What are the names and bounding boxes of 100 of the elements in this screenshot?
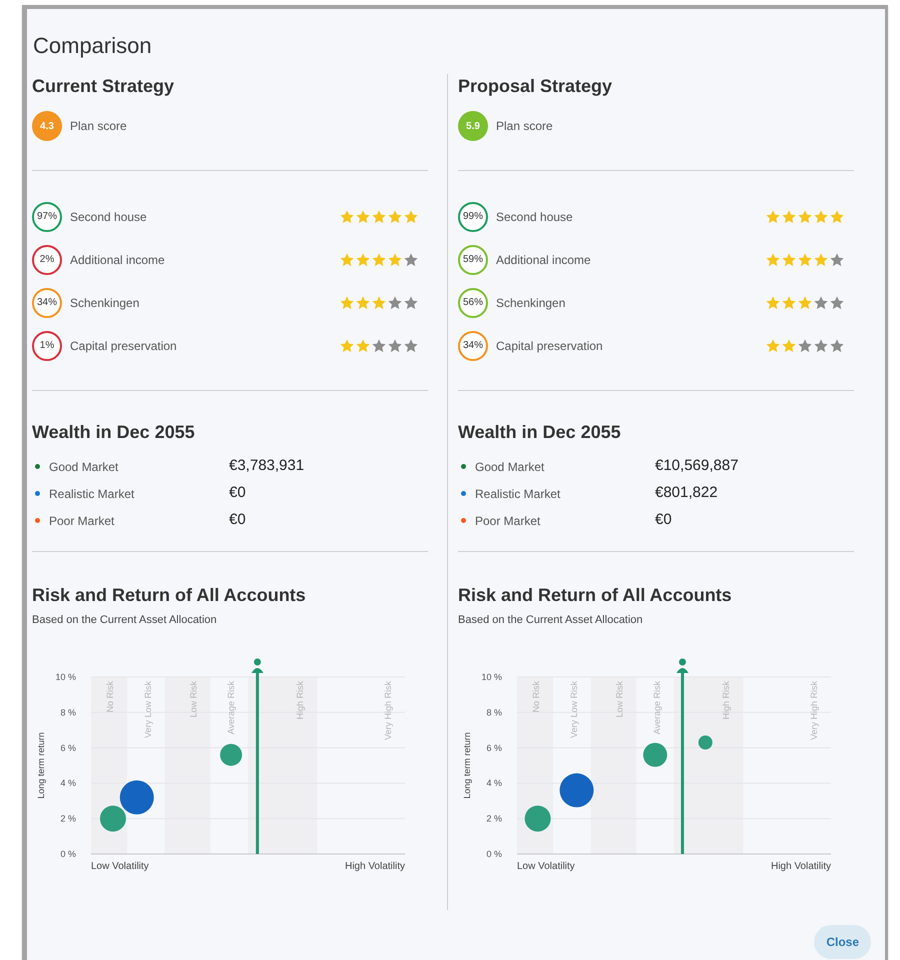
star-icon — [355, 252, 371, 268]
goal-name: Schenkingen — [496, 294, 566, 312]
section-subtitle: Based on the Current Asset Allocation — [458, 613, 644, 628]
axis-tick-label: 10 % — [55, 672, 76, 682]
goal-name: Additional income — [496, 252, 592, 268]
axis-tick-label: 2 % — [486, 813, 502, 824]
risk-band-label: Very High Risk — [383, 680, 393, 740]
axis-tick-label: 0 % — [60, 848, 76, 858]
star-icon — [371, 252, 387, 268]
goal-name: Schenkingen — [70, 294, 140, 312]
star-icon — [339, 294, 355, 310]
risk-band-label: High Risk — [295, 680, 306, 720]
market-label: Poor Market — [475, 512, 542, 530]
market-label: Good Market — [49, 458, 120, 476]
risk-band-label: High Risk — [721, 680, 732, 720]
goal-name: Second house — [70, 208, 148, 226]
star-icon — [813, 252, 829, 268]
goal-percent-ring: 99% — [458, 202, 488, 232]
star-icon — [829, 338, 845, 354]
star-icon — [813, 208, 829, 224]
star-icon — [813, 294, 829, 310]
market-label: Realistic Market — [49, 486, 136, 502]
star-icon — [781, 252, 797, 268]
star-icon — [797, 338, 813, 354]
risk-band-label: No Risk — [105, 680, 116, 712]
axis-tick-label: 4 % — [486, 778, 502, 788]
risk-band-label: Very Low Risk — [568, 680, 579, 738]
section-heading: Risk and Return of All Accounts — [32, 584, 307, 607]
star-icon — [339, 252, 355, 268]
star-icon — [403, 294, 419, 310]
star-icon — [765, 294, 781, 310]
axis-tick-label: 10 % — [481, 672, 502, 682]
star-icon — [765, 252, 781, 268]
wealth-value: €801,822 — [655, 483, 718, 504]
axis-tick-label: 6 % — [60, 742, 76, 752]
star-icon — [797, 208, 813, 224]
star-icon — [813, 338, 829, 354]
section-heading: Wealth in Dec 2055 — [458, 421, 622, 444]
account-bubble — [560, 772, 594, 807]
star-icon — [355, 294, 371, 310]
account-bubble — [220, 743, 242, 766]
star-icon — [387, 294, 403, 310]
wealth-value: €10,569,887 — [655, 456, 738, 476]
wealth-value: €0 — [229, 510, 246, 530]
star-icon — [403, 252, 419, 268]
goal-name: Second house — [496, 208, 574, 226]
wealth-value: €0 — [229, 483, 246, 504]
section-subtitle: Based on the Current Asset Allocation — [32, 613, 218, 628]
star-icon — [387, 338, 403, 354]
axis-title: Long term return — [462, 732, 472, 798]
section-heading: Risk and Return of All Accounts — [458, 584, 733, 607]
axis-end-label: Low Volatility — [517, 860, 575, 872]
star-icon — [765, 208, 781, 224]
score-badge: 5.9 — [458, 111, 488, 141]
market-label: Good Market — [475, 458, 546, 476]
goal-percent-ring: 2% — [32, 244, 62, 274]
goal-name: Capital preservation — [496, 338, 604, 354]
star-icon — [829, 252, 845, 268]
close-button[interactable]: Close — [814, 925, 871, 959]
dialog-title: Comparison — [33, 32, 152, 60]
section-heading: Wealth in Dec 2055 — [32, 421, 196, 444]
risk-band-label: Average Risk — [226, 680, 236, 734]
account-bubble — [100, 805, 126, 832]
risk-band-label: Very Low Risk — [142, 680, 153, 738]
goal-percent-ring: 59% — [458, 244, 488, 274]
star-icon — [765, 338, 781, 354]
goal-name: Additional income — [70, 252, 166, 268]
market-label: Poor Market — [49, 512, 116, 530]
star-icon — [371, 208, 387, 224]
risk-band-label: Very High Risk — [809, 680, 819, 740]
wealth-value: €0 — [655, 510, 672, 530]
star-icon — [355, 338, 371, 354]
star-icon — [829, 208, 845, 224]
axis-tick-label: 2 % — [60, 813, 76, 824]
score-label: Plan score — [496, 118, 553, 135]
goal-percent-ring: 34% — [32, 288, 62, 318]
risk-band-label: Average Risk — [652, 680, 662, 734]
star-icon — [387, 252, 403, 268]
star-icon — [371, 294, 387, 310]
goal-percent-ring: 56% — [458, 288, 488, 318]
star-icon — [339, 338, 355, 354]
account-bubble — [643, 742, 668, 766]
wealth-value: €3,783,931 — [229, 456, 304, 476]
star-icon — [371, 338, 387, 354]
strategy-heading: Proposal Strategy — [458, 75, 614, 98]
star-icon — [781, 208, 797, 224]
star-icon — [781, 294, 797, 310]
goal-percent-ring: 1% — [32, 330, 62, 360]
axis-end-label: Low Volatility — [91, 860, 149, 872]
risk-band-label: No Risk — [531, 680, 542, 712]
strategy-heading: Current Strategy — [32, 75, 176, 98]
axis-tick-label: 6 % — [486, 742, 502, 752]
axis-tick-label: 4 % — [60, 778, 76, 788]
score-badge: 4.3 — [32, 111, 62, 141]
star-icon — [781, 338, 797, 354]
star-icon — [387, 208, 403, 224]
score-label: Plan score — [70, 118, 127, 135]
star-icon — [403, 338, 419, 354]
star-icon — [797, 294, 813, 310]
axis-end-label: High Volatility — [344, 860, 405, 872]
